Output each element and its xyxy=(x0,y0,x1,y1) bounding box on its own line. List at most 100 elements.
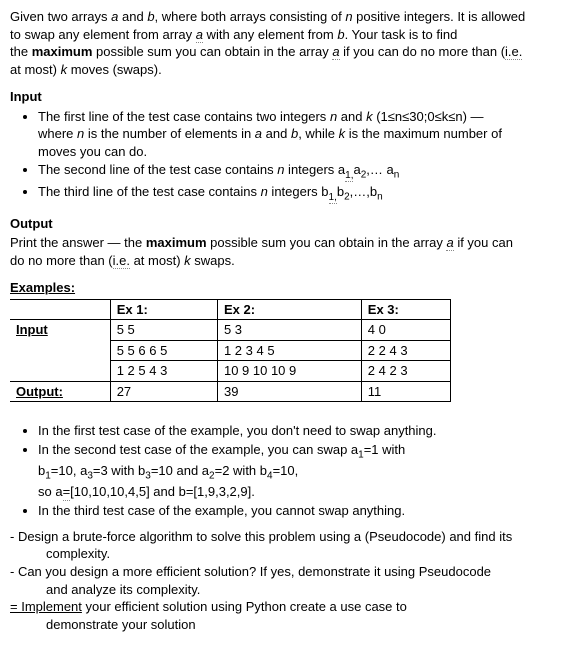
text: the xyxy=(10,44,32,59)
task-3a: = Implement your efficient solution usin… xyxy=(10,598,561,616)
text: , while xyxy=(298,126,338,141)
text: if you can do no more than ( xyxy=(340,44,505,59)
task-2a: - Can you design a more efficient soluti… xyxy=(10,563,561,581)
text: so a xyxy=(38,484,63,499)
text: and xyxy=(337,109,366,124)
col-header: Ex 1: xyxy=(110,299,217,320)
text: your efficient solution using Python cre… xyxy=(82,599,407,614)
cell: 2 2 4 3 xyxy=(361,340,450,361)
abbr-ie: i.e. xyxy=(505,44,522,60)
var-a-ul: a xyxy=(332,44,339,60)
input-item-2: The second line of the test case contain… xyxy=(38,161,561,182)
text: =10 and a xyxy=(151,463,209,478)
var-b: b xyxy=(147,9,154,24)
explain-list: In the first test case of the example, y… xyxy=(10,422,561,520)
text: The third line of the test case contains xyxy=(38,184,261,199)
input-heading: Input xyxy=(10,88,561,106)
text: = Implement xyxy=(10,599,82,614)
abbr-ie: i.e. xyxy=(113,253,130,269)
text: positive integers. It is allowed xyxy=(353,9,526,24)
text: , where both arrays consisting of xyxy=(155,9,346,24)
text: a xyxy=(353,162,360,177)
cell-blank xyxy=(10,299,110,320)
text: The first line of the test case contains… xyxy=(38,109,330,124)
text: =10, xyxy=(273,463,299,478)
cell: 1 2 5 4 3 xyxy=(110,361,217,382)
text: Ex 3: xyxy=(368,302,399,317)
problem-intro: Given two arrays a and b, where both arr… xyxy=(10,8,561,78)
text: Ex 2: xyxy=(224,302,255,317)
task-3b: demonstrate your solution xyxy=(10,616,561,634)
text: possible sum you can obtain in the array xyxy=(92,44,332,59)
text: and xyxy=(118,9,147,24)
text: Ex 1: xyxy=(117,302,148,317)
text: integers a xyxy=(284,162,345,177)
var-a: a xyxy=(255,126,262,141)
input-item-3: The third line of the test case contains… xyxy=(38,183,561,204)
var-n: n xyxy=(261,184,268,199)
kw-maximum: maximum xyxy=(32,44,93,59)
col-header: Ex 2: xyxy=(217,299,361,320)
text: . Your task is to find xyxy=(345,27,458,42)
text: In the second test case of the example, … xyxy=(38,442,358,457)
text: =10, a xyxy=(51,463,88,478)
text: swaps. xyxy=(191,253,235,268)
text: is the number of elements in xyxy=(84,126,255,141)
task-1b: complexity. xyxy=(10,545,561,563)
text: at most) xyxy=(10,62,61,77)
cell: 27 xyxy=(110,381,217,402)
text: b xyxy=(337,184,344,199)
input-list: The first line of the test case contains… xyxy=(10,108,561,205)
examples-heading: Examples: xyxy=(10,279,561,297)
cell: 5 5 xyxy=(110,320,217,341)
text: (1≤n≤30;0≤k≤n) — xyxy=(373,109,484,124)
text: The second line of the test case contain… xyxy=(38,162,277,177)
cell: 10 9 10 10 9 xyxy=(217,361,361,382)
text: =3 with b xyxy=(93,463,145,478)
output-text: Print the answer — the maximum possible … xyxy=(10,234,561,269)
row-header-input: Input xyxy=(10,320,110,382)
row-header-output: Output: xyxy=(10,381,110,402)
text: integers b xyxy=(268,184,329,199)
col-header: Ex 3: xyxy=(361,299,450,320)
text: possible sum you can obtain in the array xyxy=(207,235,447,250)
text: =2 with b xyxy=(215,463,267,478)
text: ,…,b xyxy=(350,184,377,199)
text: Given two arrays xyxy=(10,9,111,24)
kw-maximum: maximum xyxy=(146,235,207,250)
text: moves (swaps). xyxy=(67,62,162,77)
text: Input xyxy=(16,322,48,337)
text: moves you can do. xyxy=(38,144,147,159)
text: [10,10,10,4,5] and b=[1,9,3,2,9]. xyxy=(70,484,255,499)
task-1a: - Design a brute-force algorithm to solv… xyxy=(10,528,561,546)
sub: 1, xyxy=(329,192,337,204)
sub: n xyxy=(394,170,400,181)
var-a-ul: a xyxy=(446,235,453,251)
text: ,… a xyxy=(366,162,393,177)
input-item-1: The first line of the test case contains… xyxy=(38,108,561,161)
text: at most) xyxy=(130,253,184,268)
cell: 1 2 3 4 5 xyxy=(217,340,361,361)
explain-item-1: In the first test case of the example, y… xyxy=(38,422,561,440)
task-2b: and analyze its complexity. xyxy=(10,581,561,599)
sub: n xyxy=(377,192,383,203)
tasks-block: - Design a brute-force algorithm to solv… xyxy=(10,528,561,633)
cell: 5 5 6 6 5 xyxy=(110,340,217,361)
cell: 5 3 xyxy=(217,320,361,341)
examples-table: Ex 1: Ex 2: Ex 3: Input 5 5 5 3 4 0 5 5 … xyxy=(10,299,451,403)
text: to swap any element from array xyxy=(10,27,196,42)
var-n: n xyxy=(345,9,352,24)
text: do no more than ( xyxy=(10,253,113,268)
text: where xyxy=(38,126,77,141)
cell: 11 xyxy=(361,381,450,402)
explain-item-3: In the third test case of the example, y… xyxy=(38,502,561,520)
output-heading: Output xyxy=(10,215,561,233)
explain-item-2: In the second test case of the example, … xyxy=(38,441,561,502)
cell: 4 0 xyxy=(361,320,450,341)
text: and xyxy=(262,126,291,141)
text: with any element from xyxy=(203,27,337,42)
var-b: b xyxy=(337,27,344,42)
var-a-ul: a xyxy=(196,27,203,43)
text: Output: xyxy=(16,384,63,399)
text: =1 with xyxy=(364,442,406,457)
